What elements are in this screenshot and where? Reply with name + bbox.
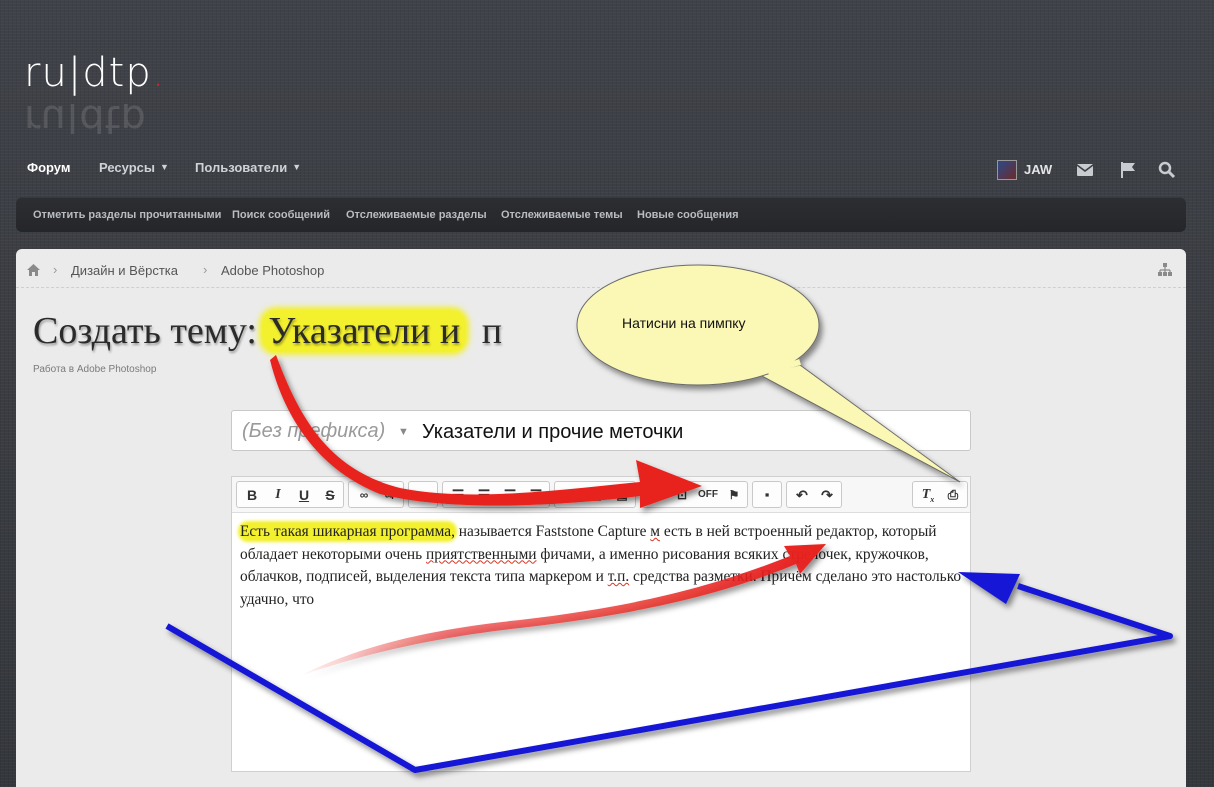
caret-down-icon: ▼: [292, 162, 302, 172]
subnav-search-messages[interactable]: Поиск сообщений: [232, 209, 330, 221]
nav-forum-label: Форум: [27, 160, 71, 175]
redo-icon[interactable]: ↷: [816, 485, 838, 505]
logo-text: ru|dtp: [24, 50, 152, 96]
thread-title-value: Указатели и прочие меточки: [422, 421, 684, 443]
toolbar-group-format: B I U S: [236, 481, 344, 508]
off-icon[interactable]: OFF: [697, 485, 719, 505]
link-icon[interactable]: ∞: [353, 485, 375, 505]
toolbar-group-lists: ☰ ☰ ☰ ☰: [442, 481, 550, 508]
subnav-mark-read[interactable]: Отметить разделы прочитанными: [33, 209, 221, 221]
code-icon[interactable]: ⊡: [671, 485, 693, 505]
home-icon[interactable]: [26, 263, 41, 277]
flag-icon[interactable]: [1119, 161, 1137, 179]
outdent-icon[interactable]: ☰: [499, 485, 521, 505]
flag-icon[interactable]: ⚑: [723, 485, 745, 505]
number-list-icon[interactable]: ☰: [473, 485, 495, 505]
indent-icon[interactable]: ☰: [525, 485, 547, 505]
avatar[interactable]: [997, 160, 1017, 180]
editor-content[interactable]: Есть такая шикарная программа, называетс…: [240, 521, 962, 611]
envelope-icon[interactable]: [1076, 161, 1094, 179]
toolbar-group-insert: ” ⊡ OFF ⚑: [640, 481, 748, 508]
editor-text-misspelled: м: [650, 523, 660, 540]
editor-text-misspelled-2: приятственными: [426, 545, 537, 563]
smiley-icon[interactable]: ☺: [559, 485, 581, 505]
strikethrough-icon[interactable]: S: [319, 485, 341, 505]
remove-format-icon[interactable]: Tx: [917, 485, 939, 505]
site-logo[interactable]: ru|dtp. ru|dtp: [24, 42, 166, 134]
toolbar-group-misc: Tx ⎙: [912, 481, 968, 508]
toolbar-group-link: ∞ ∞̸: [348, 481, 404, 508]
chevron-right-icon: ›: [53, 262, 58, 277]
nav-resources-label: Ресурсы: [99, 160, 155, 175]
unlink-icon[interactable]: ∞̸: [378, 485, 400, 505]
media-icon[interactable]: ▤: [611, 485, 633, 505]
caret-down-icon: ▼: [159, 162, 169, 172]
sub-nav: Отметить разделы прочитанными Поиск сооб…: [16, 197, 1186, 232]
search-icon[interactable]: [1158, 161, 1176, 179]
page-title-prefix: Создать тему:: [33, 310, 257, 352]
thread-title-field[interactable]: (Без префикса) ▼ Указатели и прочие мето…: [231, 410, 971, 451]
nav-resources[interactable]: Ресурсы ▼: [99, 160, 169, 175]
bullet-list-icon[interactable]: ☰: [447, 485, 469, 505]
italic-icon[interactable]: I: [267, 485, 289, 505]
toolbar-group-align: ≡: [408, 481, 438, 508]
subnav-new-messages[interactable]: Новые сообщения: [637, 209, 739, 221]
breadcrumb-photoshop[interactable]: Adobe Photoshop: [221, 263, 324, 278]
page-subtitle: Работа в Adobe Photoshop: [33, 364, 157, 375]
editor-text-1: называется Faststone Capture: [454, 523, 651, 540]
nav-users-label: Пользователи: [195, 160, 288, 175]
chevron-right-icon: ›: [203, 262, 208, 277]
align-icon[interactable]: ≡: [412, 485, 434, 505]
toolbar-group-media: ☺ ▣ ▤: [554, 481, 636, 508]
message-editor[interactable]: B I U S ∞ ∞̸ ≡ ☰ ☰ ☰ ☰ ☺ ▣ ▤ ” ⊡ OFF ⚑ ▪…: [231, 476, 971, 772]
prefix-select[interactable]: (Без префикса): [242, 420, 385, 443]
undo-icon[interactable]: ↶: [791, 485, 813, 505]
bold-icon[interactable]: B: [241, 485, 263, 505]
main-content: › Дизайн и Вёрстка › Adobe Photoshop Соз…: [16, 249, 1186, 787]
subnav-watched-forums[interactable]: Отслеживаемые разделы: [346, 209, 487, 221]
toolbar-group-history: ↶ ↷: [786, 481, 842, 508]
editor-toolbar: B I U S ∞ ∞̸ ≡ ☰ ☰ ☰ ☰ ☺ ▣ ▤ ” ⊡ OFF ⚑ ▪…: [232, 477, 970, 513]
sitemap-icon[interactable]: [1157, 262, 1173, 277]
nav-forum[interactable]: Форум: [27, 160, 70, 175]
underline-icon[interactable]: U: [293, 485, 315, 505]
toggle-bbcode-icon[interactable]: ⎙: [942, 485, 964, 505]
callout-text: Натисни на пимпку: [622, 315, 746, 331]
logo-reflection: ru|dtp: [24, 104, 146, 134]
page-title-rest: п: [481, 310, 503, 352]
nav-users[interactable]: Пользователи ▼: [195, 160, 301, 175]
page-title-highlighted: Указатели и: [262, 310, 467, 352]
editor-text-misspelled-3: т.п.: [607, 568, 630, 585]
username[interactable]: JAW: [1024, 162, 1052, 177]
editor-text-highlighted: Есть такая шикарная программа,: [240, 523, 455, 540]
quote-icon[interactable]: ”: [645, 485, 667, 505]
logo-dot: .: [151, 50, 166, 96]
breadcrumb-divider: [16, 287, 1186, 288]
save-icon[interactable]: ▪: [756, 485, 778, 505]
image-icon[interactable]: ▣: [585, 485, 607, 505]
toolbar-group-save: ▪: [752, 481, 782, 508]
caret-down-icon[interactable]: ▼: [398, 426, 409, 438]
breadcrumb-design[interactable]: Дизайн и Вёрстка: [71, 263, 178, 278]
subnav-watched-threads[interactable]: Отслеживаемые темы: [501, 209, 623, 221]
